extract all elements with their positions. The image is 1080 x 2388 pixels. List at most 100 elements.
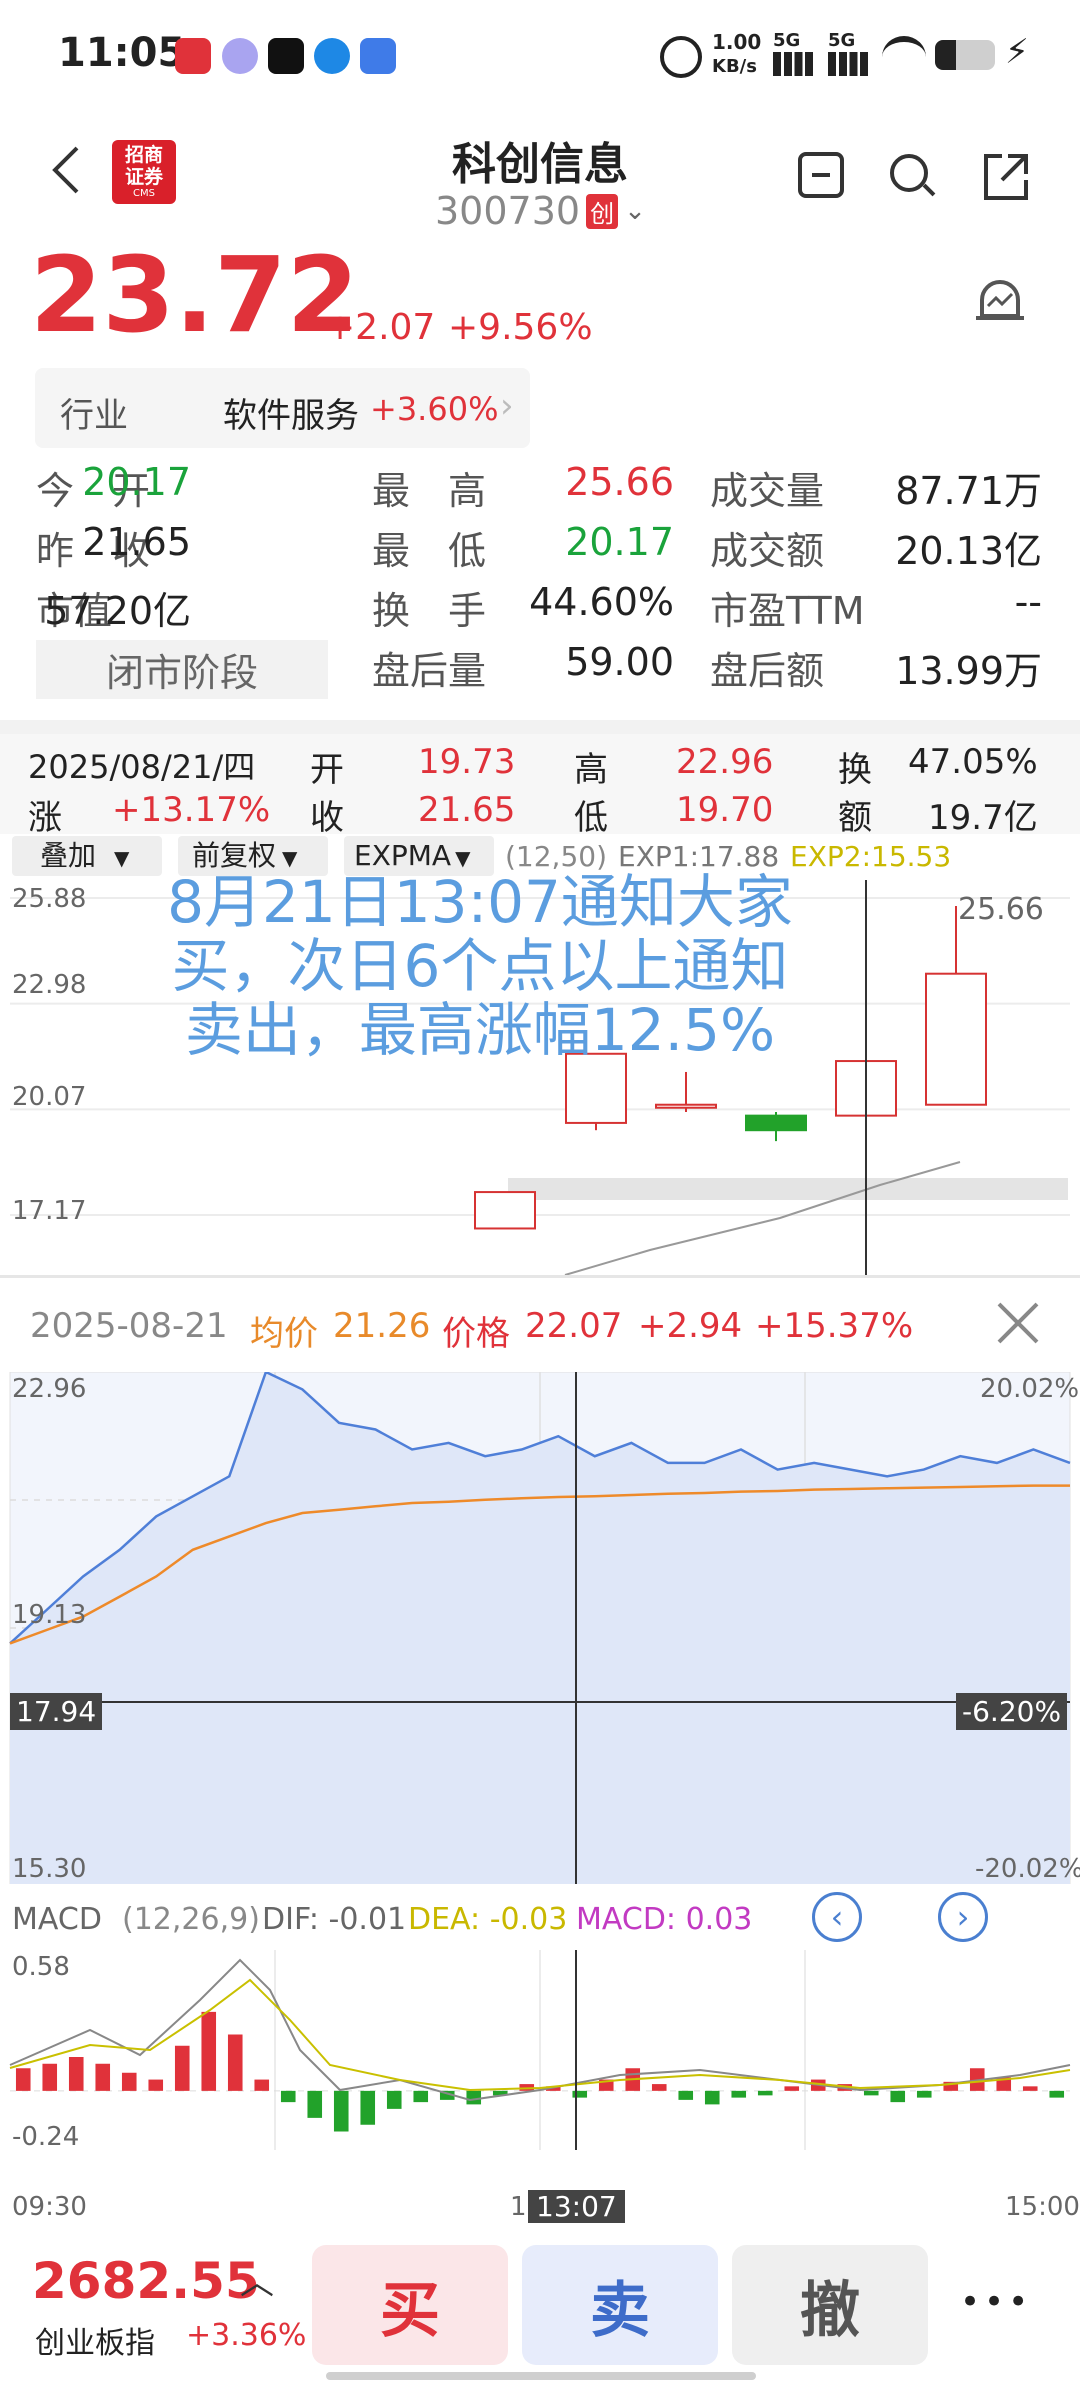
close-chart-button[interactable] [995, 1300, 1041, 1346]
signal-icon [773, 52, 813, 76]
net-speed-unit: KB/s [712, 56, 757, 77]
triangle-down-icon: ▼ [114, 846, 130, 870]
minus-icon [812, 173, 830, 177]
candle-body [565, 1052, 627, 1124]
kline-amount: 19.7亿 [928, 798, 1038, 838]
stat-value: -- [1014, 580, 1042, 624]
app-notification-icon [175, 38, 211, 74]
triangle-down-icon: ▼ [282, 846, 298, 870]
kline-date: 2025/08/21/四 [28, 748, 256, 786]
stat-value: 20.17 [82, 460, 191, 504]
buy-button[interactable]: 买 [312, 2245, 508, 2365]
sell-button[interactable]: 卖 [522, 2245, 718, 2365]
avg-price: 21.26 [333, 1306, 431, 1346]
price-band [508, 1178, 1068, 1200]
industry-chip[interactable]: 行业 软件服务 +3.60% › [35, 368, 530, 448]
macd-params: (12,26,9) [122, 1902, 260, 1937]
intraday-change: +2.94 [638, 1306, 743, 1346]
kline-high: 22.96 [676, 742, 774, 782]
stat-value: 59.00 [565, 640, 674, 684]
cancel-button[interactable]: 撤 [732, 2245, 928, 2365]
more-button[interactable]: ••• [960, 2282, 1032, 2322]
app-notification-icon [314, 38, 350, 74]
share-button[interactable] [980, 152, 1030, 202]
status-time: 11:05 [58, 30, 186, 76]
last-price: 23.72 [30, 234, 359, 356]
macd-chart[interactable] [0, 1950, 1080, 2150]
kline-close: 21.65 [418, 790, 516, 830]
alert-bell-icon [976, 280, 1024, 320]
price-label: 价格 [442, 1314, 510, 1354]
index-pct: +3.36% [186, 2318, 307, 2353]
stat-value: 44.60% [529, 580, 674, 624]
kline-open-label: 开 [310, 750, 344, 790]
net-speed: 1.00 [712, 30, 762, 54]
macd-dif: DIF: -0.01 [262, 1902, 407, 1937]
stat-value: 20.13亿 [895, 529, 1042, 573]
kline-close-label: 收 [310, 798, 344, 838]
stat-value: 21.65 [82, 520, 191, 564]
stat-value: 25.66 [565, 460, 674, 504]
kline-y-label: 25.88 [12, 884, 87, 914]
wifi-icon [882, 36, 926, 78]
close-icon [997, 1302, 1039, 1344]
kline-amount-label: 额 [838, 798, 872, 838]
crosshair-price-tag: 17.94 [10, 1693, 103, 1730]
next-button[interactable]: › [938, 1892, 988, 1942]
price-alert-button[interactable] [970, 272, 1030, 332]
candle-body [474, 1191, 536, 1230]
industry-name: 软件服务 [223, 396, 359, 436]
kline-y-label: 17.17 [12, 1196, 87, 1226]
intraday-date: 2025-08-21 [30, 1306, 228, 1346]
kline-chg: +13.17% [112, 790, 271, 830]
industry-pct: +3.60% [370, 390, 499, 428]
kline-open: 19.73 [418, 742, 516, 782]
macd-dea: DEA: -0.03 [408, 1902, 568, 1937]
chevron-left-icon: ‹ [830, 1898, 844, 1936]
kline-turnover: 47.05% [908, 742, 1038, 782]
chevron-right-icon: › [500, 386, 514, 426]
price-change: +2.07 [325, 307, 436, 348]
kline-high-label: 高 [574, 750, 608, 790]
section-divider [0, 720, 1080, 734]
intraday-chart[interactable] [0, 1372, 1080, 1884]
industry-label: 行业 [60, 396, 128, 436]
annotation-text: 8月21日13:07通知大家 买，次日6个点以上通知 卖出，最高涨幅12.5% [167, 868, 793, 1064]
home-indicator [326, 2372, 756, 2380]
kline-high-marker: 25.66 [958, 892, 1044, 927]
intraday-pct: +15.37% [755, 1306, 914, 1346]
intraday-top-price: 22.96 [12, 1374, 87, 1404]
time-end: 15:00 [1005, 2192, 1080, 2222]
stat-value: 57.20亿 [44, 589, 191, 633]
stat-label: 闭市阶段 [36, 640, 329, 699]
intraday-bottom-pct: -20.02% [975, 1854, 1080, 1884]
chevron-right-icon: › [956, 1898, 970, 1936]
app-notification-icon [222, 38, 258, 74]
crosshair-pct-tag: -6.20% [956, 1693, 1068, 1730]
stock-code-selector[interactable]: 300730 创 ⌄ [435, 186, 655, 236]
macd-name: MACD [12, 1902, 102, 1937]
intraday-price: 22.07 [525, 1306, 623, 1346]
stat-value: 20.17 [565, 520, 674, 564]
prev-button[interactable]: ‹ [812, 1892, 862, 1942]
index-value: 2682.55 [32, 2252, 260, 2310]
minimize-button[interactable] [798, 152, 844, 198]
stat-value: 87.71万 [895, 469, 1042, 513]
macd-value: MACD: 0.03 [576, 1902, 753, 1937]
time-start: 09:30 [12, 2192, 87, 2222]
chevron-up-icon[interactable]: ︿ [240, 2255, 274, 2304]
app-notification-icon [360, 38, 396, 74]
candle-body [655, 1103, 717, 1109]
charging-icon: ⚡ [1005, 32, 1029, 72]
crosshair-time-tag: 13:07 [528, 2190, 625, 2223]
candle-body [745, 1114, 807, 1132]
kline-y-label: 22.98 [12, 970, 87, 1000]
stats-grid: 今 开 20.17 最 高 25.66 成交量 87.71万昨 收 21.65 最 低 20.1… [0, 460, 1080, 710]
stock-code: 300730 [435, 189, 581, 233]
index-name: 创业板指 [35, 2326, 155, 2361]
chevron-down-icon: ⌄ [624, 196, 646, 226]
kline-y-label: 20.07 [12, 1082, 87, 1112]
search-button[interactable] [888, 152, 938, 202]
battery-icon [935, 40, 995, 70]
kline-turnover-label: 换 [838, 750, 872, 790]
